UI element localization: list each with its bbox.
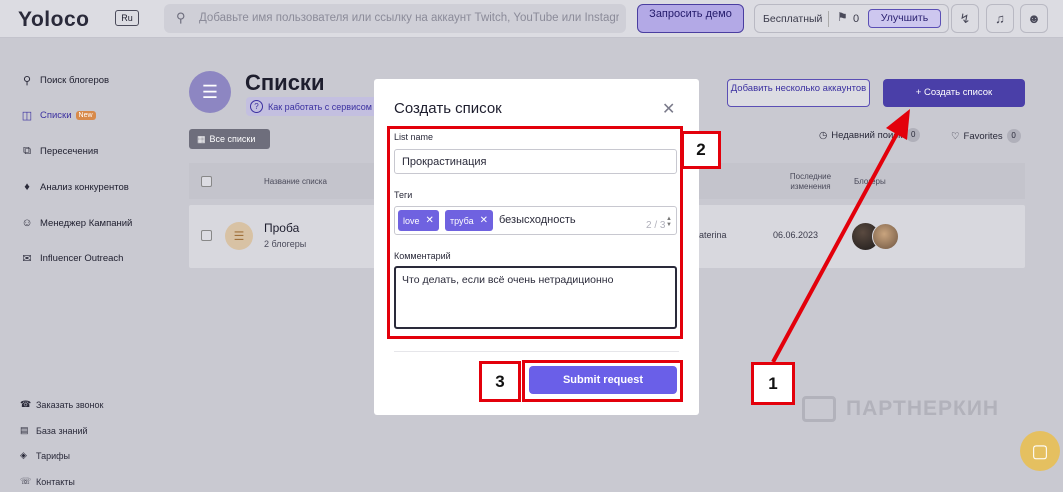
arrow-line	[771, 127, 902, 363]
annotation-arrow	[771, 109, 910, 363]
